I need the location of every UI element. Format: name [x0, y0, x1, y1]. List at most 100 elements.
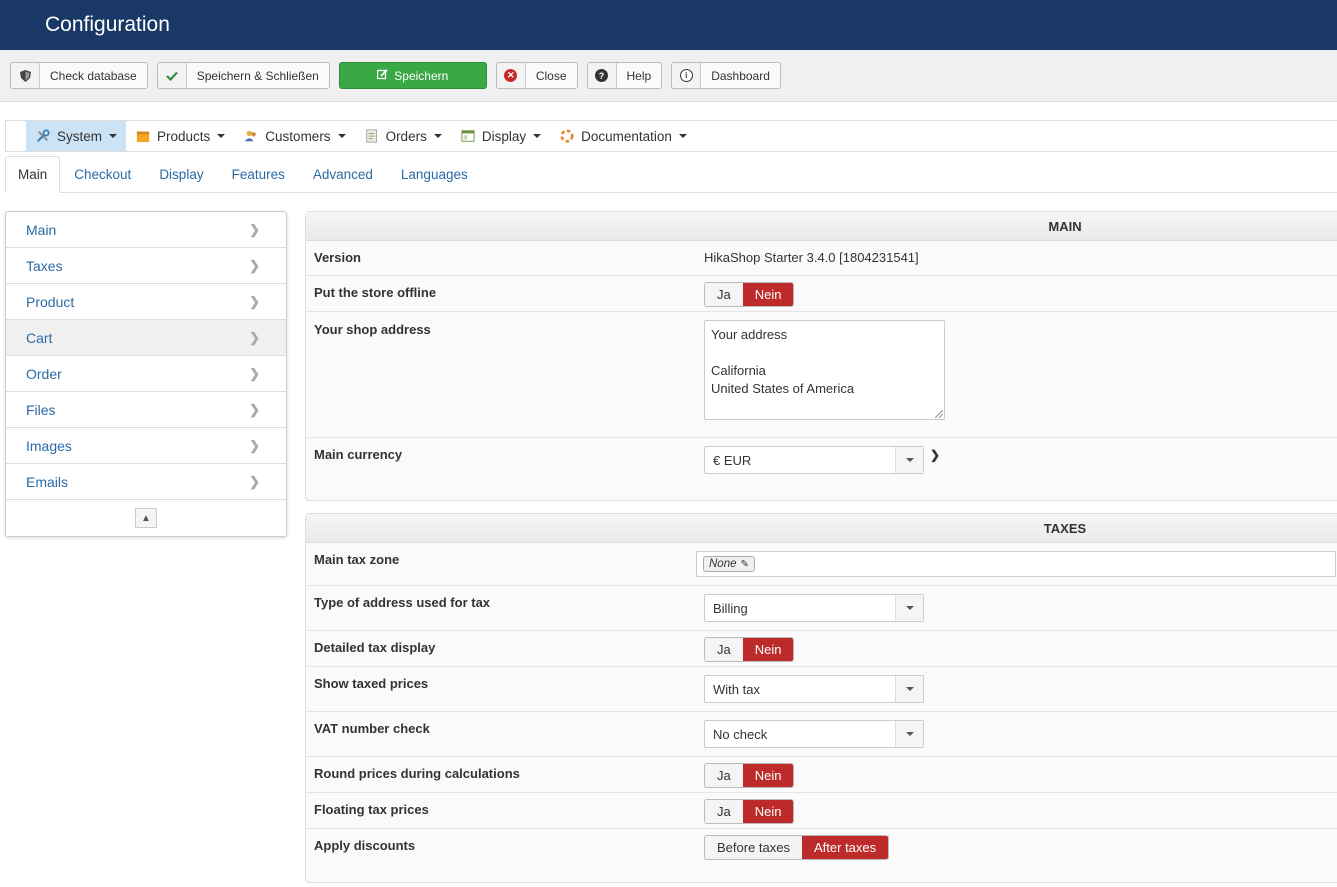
- chevron-right-icon: ❯: [249, 401, 260, 417]
- chevron-right-icon: ❯: [249, 365, 260, 381]
- apply-discounts-row: Apply discounts Before taxes After taxes: [306, 829, 1337, 869]
- menu-display[interactable]: Display: [451, 121, 550, 151]
- vat-check-row: VAT number check No check: [306, 712, 1337, 757]
- save-close-button[interactable]: Speichern & Schließen: [156, 62, 330, 89]
- tab-display[interactable]: Display: [145, 156, 217, 192]
- tab-advanced[interactable]: Advanced: [299, 156, 387, 192]
- chevron-down-icon: [533, 134, 542, 138]
- floating-tax-yes-button[interactable]: Ja: [705, 800, 743, 823]
- chevron-down-icon: [895, 721, 923, 747]
- tab-checkout[interactable]: Checkout: [60, 156, 145, 192]
- chevron-down-icon: [217, 134, 226, 138]
- chevron-right-icon: ❯: [249, 329, 260, 345]
- currency-select[interactable]: € EUR: [704, 446, 924, 474]
- save-button[interactable]: Speichern: [338, 62, 487, 89]
- vat-check-select[interactable]: No check: [704, 720, 924, 748]
- taxes-panel-title: TAXES: [306, 514, 1337, 543]
- users-icon: [245, 130, 257, 142]
- main-menu: System Products Customers Orders Display…: [5, 120, 1337, 152]
- menu-orders[interactable]: Orders: [355, 121, 451, 151]
- round-prices-row: Round prices during calculations Ja Nein: [306, 757, 1337, 793]
- before-taxes-button[interactable]: Before taxes: [705, 836, 802, 859]
- document-icon: [365, 129, 377, 143]
- check-database-button[interactable]: Check database: [10, 62, 148, 89]
- sidebar-item-main[interactable]: Main ❯: [6, 212, 286, 248]
- shop-address-textarea[interactable]: Your address California United States of…: [704, 320, 945, 420]
- info-icon: i: [672, 63, 702, 88]
- offline-row: Put the store offline Ja Nein: [306, 276, 1337, 312]
- sidebar-item-files[interactable]: Files ❯: [6, 392, 286, 428]
- detailed-tax-row: Detailed tax display Ja Nein: [306, 631, 1337, 667]
- floating-tax-row: Floating tax prices Ja Nein: [306, 793, 1337, 829]
- menu-products[interactable]: Products: [126, 121, 234, 151]
- round-prices-yes-button[interactable]: Ja: [705, 764, 743, 787]
- section-sidebar: Main ❯ Taxes ❯ Product ❯ Cart ❯ Order ❯ Files…: [5, 211, 287, 537]
- chevron-down-icon: [337, 134, 346, 138]
- chevron-right-icon[interactable]: ❯: [930, 446, 940, 462]
- tax-zone-field[interactable]: None ✎: [696, 551, 1336, 577]
- help-icon: ?: [587, 63, 617, 88]
- sidebar-item-images[interactable]: Images ❯: [6, 428, 286, 464]
- chevron-right-icon: ❯: [249, 257, 260, 273]
- sidebar-item-product[interactable]: Product ❯: [6, 284, 286, 320]
- offline-no-button[interactable]: Nein: [742, 283, 794, 306]
- tab-main[interactable]: Main: [5, 156, 61, 193]
- apply-discounts-toggle: Before taxes After taxes: [704, 835, 890, 860]
- menu-documentation[interactable]: Documentation: [550, 121, 696, 151]
- box-icon: [136, 131, 150, 143]
- chevron-down-icon: [895, 676, 923, 702]
- main-panel-title: MAIN: [306, 212, 1337, 241]
- dashboard-button[interactable]: i Dashboard: [671, 62, 781, 89]
- close-icon: ✕: [496, 63, 526, 88]
- address-row: Your shop address Your address Californi…: [306, 312, 1337, 438]
- chevron-down-icon: [678, 134, 687, 138]
- tax-zone-pill[interactable]: None ✎: [703, 556, 755, 572]
- resize-grip-icon[interactable]: [935, 410, 943, 418]
- sidebar-item-emails[interactable]: Emails ❯: [6, 464, 286, 500]
- chevron-right-icon: ❯: [249, 437, 260, 453]
- offline-yes-button[interactable]: Ja: [705, 283, 743, 306]
- tax-zone-row: Main tax zone None ✎: [306, 543, 1337, 586]
- version-value: HikaShop Starter 3.4.0 [1804231541]: [704, 250, 919, 265]
- chevron-down-icon: [895, 595, 923, 621]
- show-taxed-select[interactable]: With tax: [704, 675, 924, 703]
- sidebar-footer: ▲: [6, 500, 286, 536]
- check-icon: [157, 63, 187, 88]
- floating-tax-no-button[interactable]: Nein: [742, 800, 794, 823]
- detailed-tax-no-button[interactable]: Nein: [742, 638, 794, 661]
- sidebar-item-order[interactable]: Order ❯: [6, 356, 286, 392]
- help-button[interactable]: ? Help: [586, 62, 663, 89]
- sidebar-item-cart[interactable]: Cart ❯: [6, 320, 286, 356]
- detailed-tax-toggle: Ja Nein: [704, 637, 795, 662]
- chevron-down-icon: [109, 134, 118, 138]
- scroll-up-button[interactable]: ▲: [135, 508, 157, 528]
- offline-toggle: Ja Nein: [704, 282, 795, 307]
- tab-languages[interactable]: Languages: [387, 156, 482, 192]
- round-prices-no-button[interactable]: Nein: [742, 764, 794, 787]
- tools-icon: [36, 129, 50, 143]
- chevron-right-icon: ❯: [249, 293, 260, 309]
- edit-icon: [377, 68, 388, 83]
- version-row: Version HikaShop Starter 3.4.0 [18042315…: [306, 241, 1337, 276]
- chevron-right-icon: ❯: [249, 221, 260, 237]
- address-type-row: Type of address used for tax Billing: [306, 586, 1337, 631]
- tab-features[interactable]: Features: [218, 156, 299, 192]
- round-prices-toggle: Ja Nein: [704, 763, 795, 788]
- sidebar-item-taxes[interactable]: Taxes ❯: [6, 248, 286, 284]
- menu-customers[interactable]: Customers: [234, 121, 354, 151]
- after-taxes-button[interactable]: After taxes: [802, 836, 889, 859]
- menu-system[interactable]: System: [26, 121, 127, 151]
- taxes-panel: TAXES Main tax zone None ✎ Type of addres…: [305, 513, 1337, 883]
- chevron-down-icon: [895, 447, 923, 473]
- address-type-select[interactable]: Billing: [704, 594, 924, 622]
- detailed-tax-yes-button[interactable]: Ja: [705, 638, 743, 661]
- page-title: Configuration: [45, 13, 170, 36]
- show-taxed-row: Show taxed prices With tax: [306, 667, 1337, 712]
- eject-icon: ▲: [141, 512, 151, 524]
- chevron-down-icon: [433, 134, 442, 138]
- close-button[interactable]: ✕ Close: [495, 62, 578, 89]
- pencil-icon: ✎: [740, 558, 749, 570]
- currency-row: Main currency € EUR ❯: [306, 438, 1337, 500]
- config-tabs: Main Checkout Display Features Advanced …: [5, 156, 1337, 193]
- lifebuoy-icon: [560, 129, 574, 143]
